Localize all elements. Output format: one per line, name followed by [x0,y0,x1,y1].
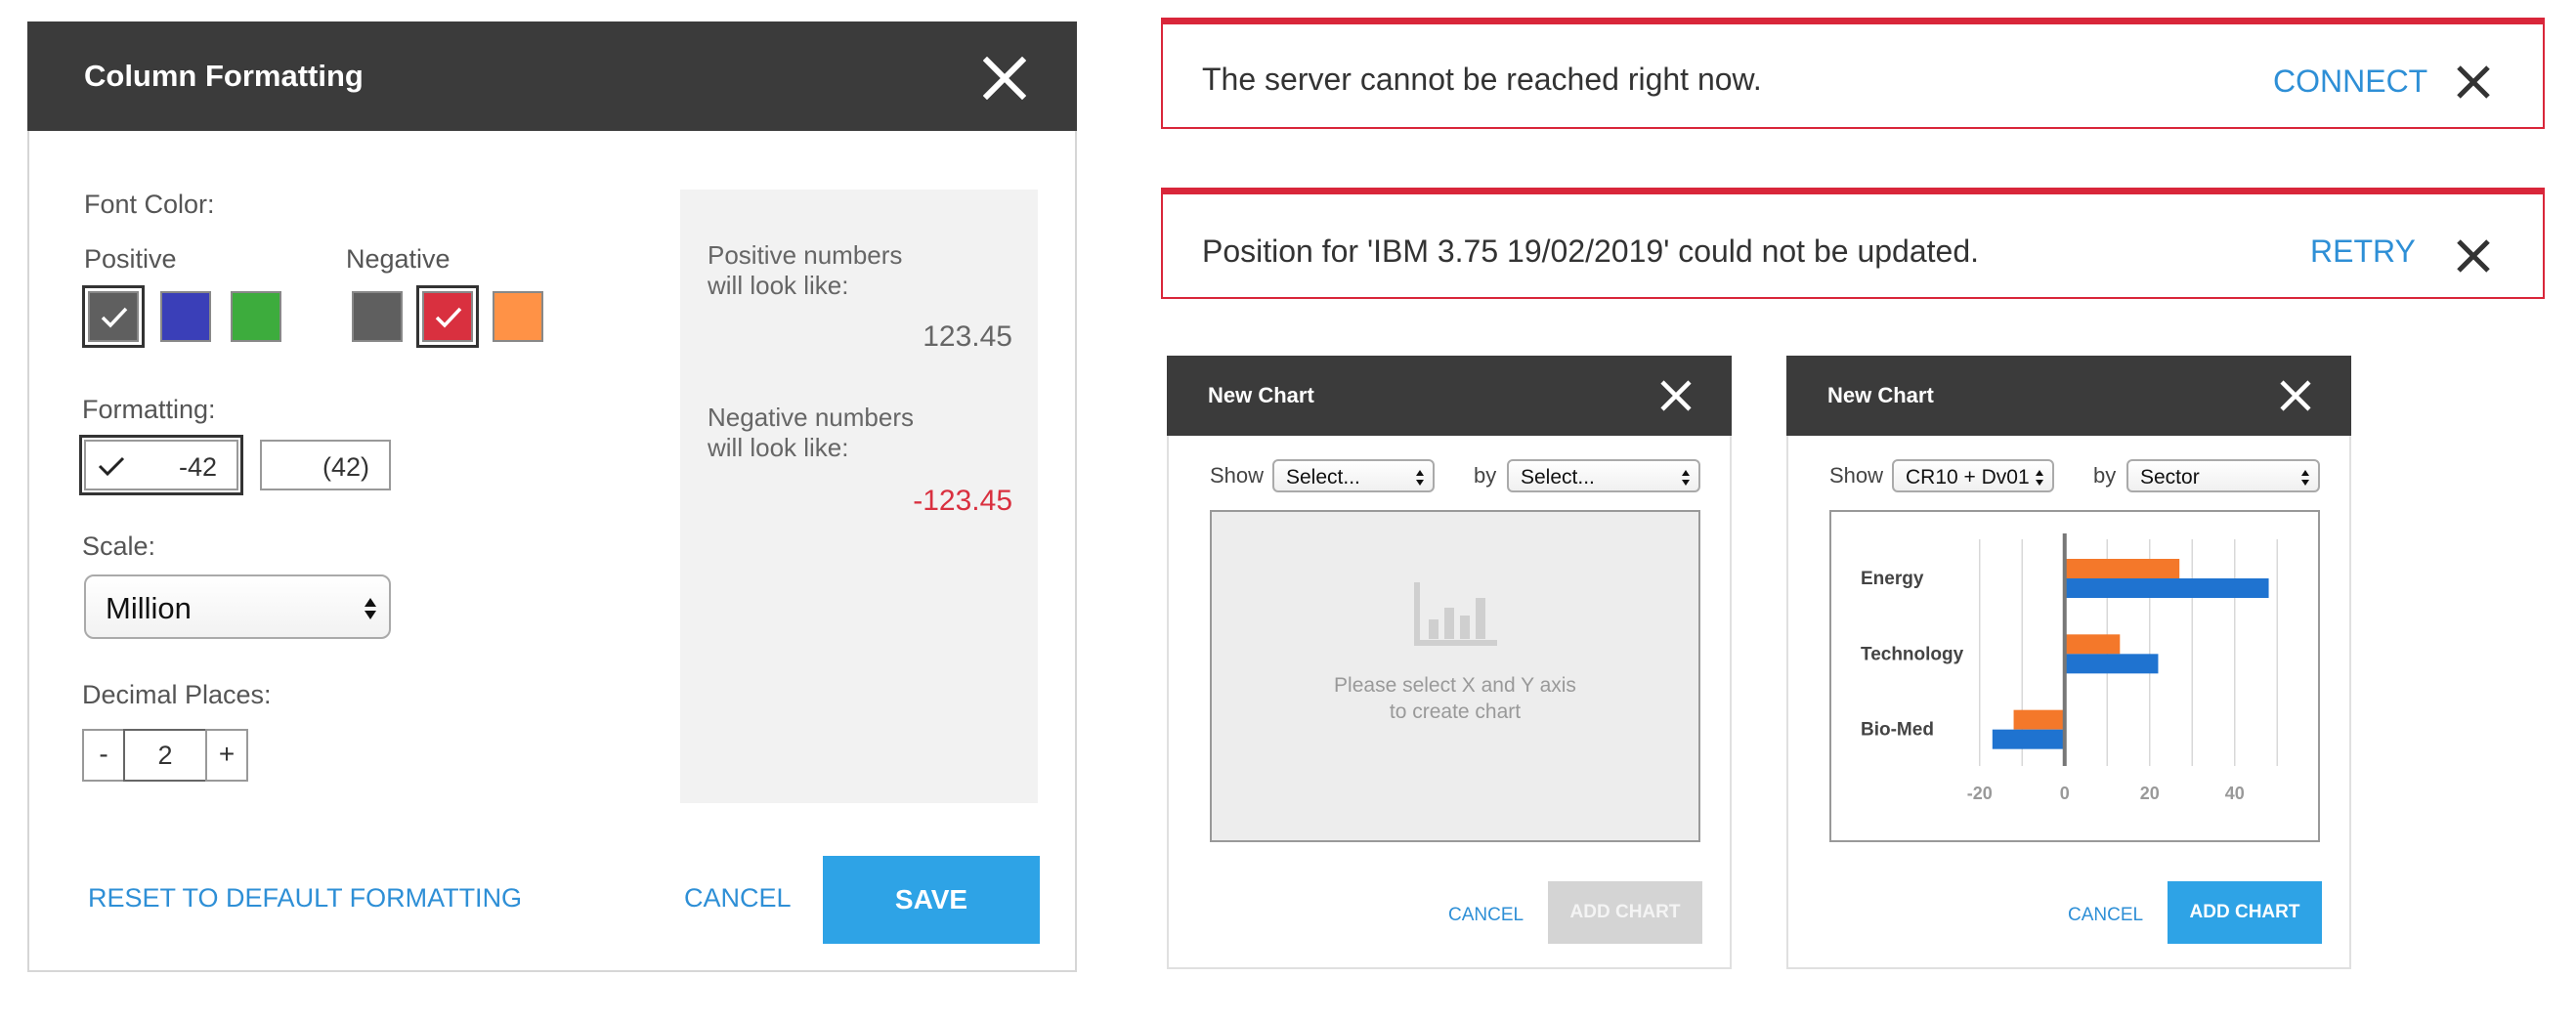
by-select[interactable]: Sector [2126,459,2320,492]
by-label: by [2093,463,2117,488]
dialog-title: Column Formatting [84,59,364,93]
save-button[interactable]: SAVE [823,856,1040,944]
bar [2064,654,2159,674]
category-label: Bio-Med [1861,720,1934,741]
by-select[interactable]: Select... [1507,459,1700,492]
cancel-button[interactable]: CANCEL [1448,905,1524,926]
format-option-parentheses[interactable]: (42) [260,440,391,490]
show-label: Show [1210,463,1265,488]
scale-select-value: Million [106,591,192,625]
bar [1992,729,2065,749]
sector-bar-chart: Energy Technology Bio-Med -20 0 20 40 [1861,533,2278,803]
new-chart-dialog-empty: New Chart Show Select... by Select... Pl… [1167,356,1732,969]
chart-area: Energy Technology Bio-Med -20 0 20 40 [1829,510,2320,842]
dialog-header: Column Formatting [27,21,1077,131]
negative-color-swatch-orange[interactable] [493,291,543,342]
decrement-button[interactable]: - [82,729,125,782]
close-icon[interactable] [2279,379,2312,412]
positive-color-swatch-gray[interactable] [82,285,145,348]
show-select[interactable]: CR10 + Dv01 [1892,459,2054,492]
category-label: Energy [1861,569,1924,589]
decimal-places-label: Decimal Places: [82,680,272,709]
negative-preview-value: -123.45 [913,485,1012,517]
bar [2064,578,2269,598]
format-option-label: (42) [322,452,369,482]
dialog-title: New Chart [1827,383,1934,407]
format-option-label: -42 [178,452,217,482]
format-option-minus[interactable]: -42 [79,435,243,495]
chart-placeholder-area: Please select X and Y axis to create cha… [1210,510,1700,842]
increment-button[interactable]: + [205,729,248,782]
reset-default-formatting-link[interactable]: RESET TO DEFAULT FORMATTING [88,883,522,914]
cancel-button[interactable]: CANCEL [684,883,792,914]
cancel-button[interactable]: CANCEL [2068,905,2143,926]
negative-color-swatch-gray[interactable] [352,291,403,342]
notification-server-unreachable: The server cannot be reached right now. … [1161,18,2545,129]
dialog-title: New Chart [1208,383,1314,407]
positive-color-swatch-blue[interactable] [160,291,211,342]
updown-arrows-icon [1682,470,1690,486]
scale-select[interactable]: Million [84,574,391,639]
placeholder-text: Please select X and Y axis [1334,674,1576,697]
new-chart-dialog-filled: New Chart Show CR10 + Dv01 by Sector Ene… [1786,356,2351,969]
close-icon[interactable] [1659,379,1693,412]
category-label: Technology [1861,644,1964,664]
negative-color-swatch-red[interactable] [416,285,479,348]
dialog-header: New Chart [1786,356,2351,436]
updown-arrows-icon [1416,470,1424,486]
notification-position-update-failed: Position for 'IBM 3.75 19/02/2019' could… [1161,188,2545,299]
column-formatting-dialog: Column Formatting Font Color: Positive N… [27,21,1077,972]
connect-button[interactable]: CONNECT [2273,64,2427,100]
show-select-value: Select... [1286,466,1360,489]
updown-arrows-icon [2036,470,2043,486]
show-label: Show [1829,463,1884,488]
show-select-value: CR10 + Dv01 [1906,466,2030,489]
placeholder-text: to create chart [1389,701,1522,723]
positive-preview-value: 123.45 [923,320,1012,353]
add-chart-button-disabled: ADD CHART [1548,881,1702,944]
x-tick-label: 0 [2060,784,2070,803]
show-select[interactable]: Select... [1272,459,1435,492]
positive-color-swatch-green[interactable] [231,291,281,342]
notification-message: The server cannot be reached right now. [1202,62,1762,97]
bar [2013,709,2065,730]
positive-label: Positive [84,244,177,274]
by-label: by [1474,463,1497,488]
retry-button[interactable]: RETRY [2310,234,2416,270]
positive-preview-text: Positive numbers will look like: [708,240,903,300]
updown-arrows-icon [365,598,376,619]
x-tick-label: -20 [1967,784,1993,803]
scale-label: Scale: [82,531,156,561]
by-select-value: Sector [2140,466,2200,489]
notification-message: Position for 'IBM 3.75 19/02/2019' could… [1202,234,1979,269]
formatting-label: Formatting: [82,395,216,424]
negative-label: Negative [346,244,451,274]
by-select-value: Select... [1521,466,1595,489]
decimal-places-input[interactable]: 2 [123,729,207,782]
format-preview-panel: Positive numbers will look like: 123.45 … [680,190,1038,803]
x-tick-label: 20 [2140,784,2160,803]
updown-arrows-icon [2301,470,2309,486]
check-icon [101,307,128,328]
decimal-places-stepper: - 2 + [82,729,250,782]
close-icon[interactable] [982,56,1027,101]
close-icon[interactable] [2455,64,2492,101]
check-icon [435,307,462,328]
bar-chart-icon [1414,582,1497,646]
add-chart-button[interactable]: ADD CHART [2168,881,2322,944]
bar [2064,634,2121,655]
close-icon[interactable] [2455,237,2492,275]
negative-preview-text: Negative numbers will look like: [708,403,914,462]
x-tick-label: 40 [2225,784,2245,803]
font-color-label: Font Color: [84,190,215,219]
dialog-header: New Chart [1167,356,1732,436]
check-icon [98,456,125,477]
bar [2064,559,2180,578]
